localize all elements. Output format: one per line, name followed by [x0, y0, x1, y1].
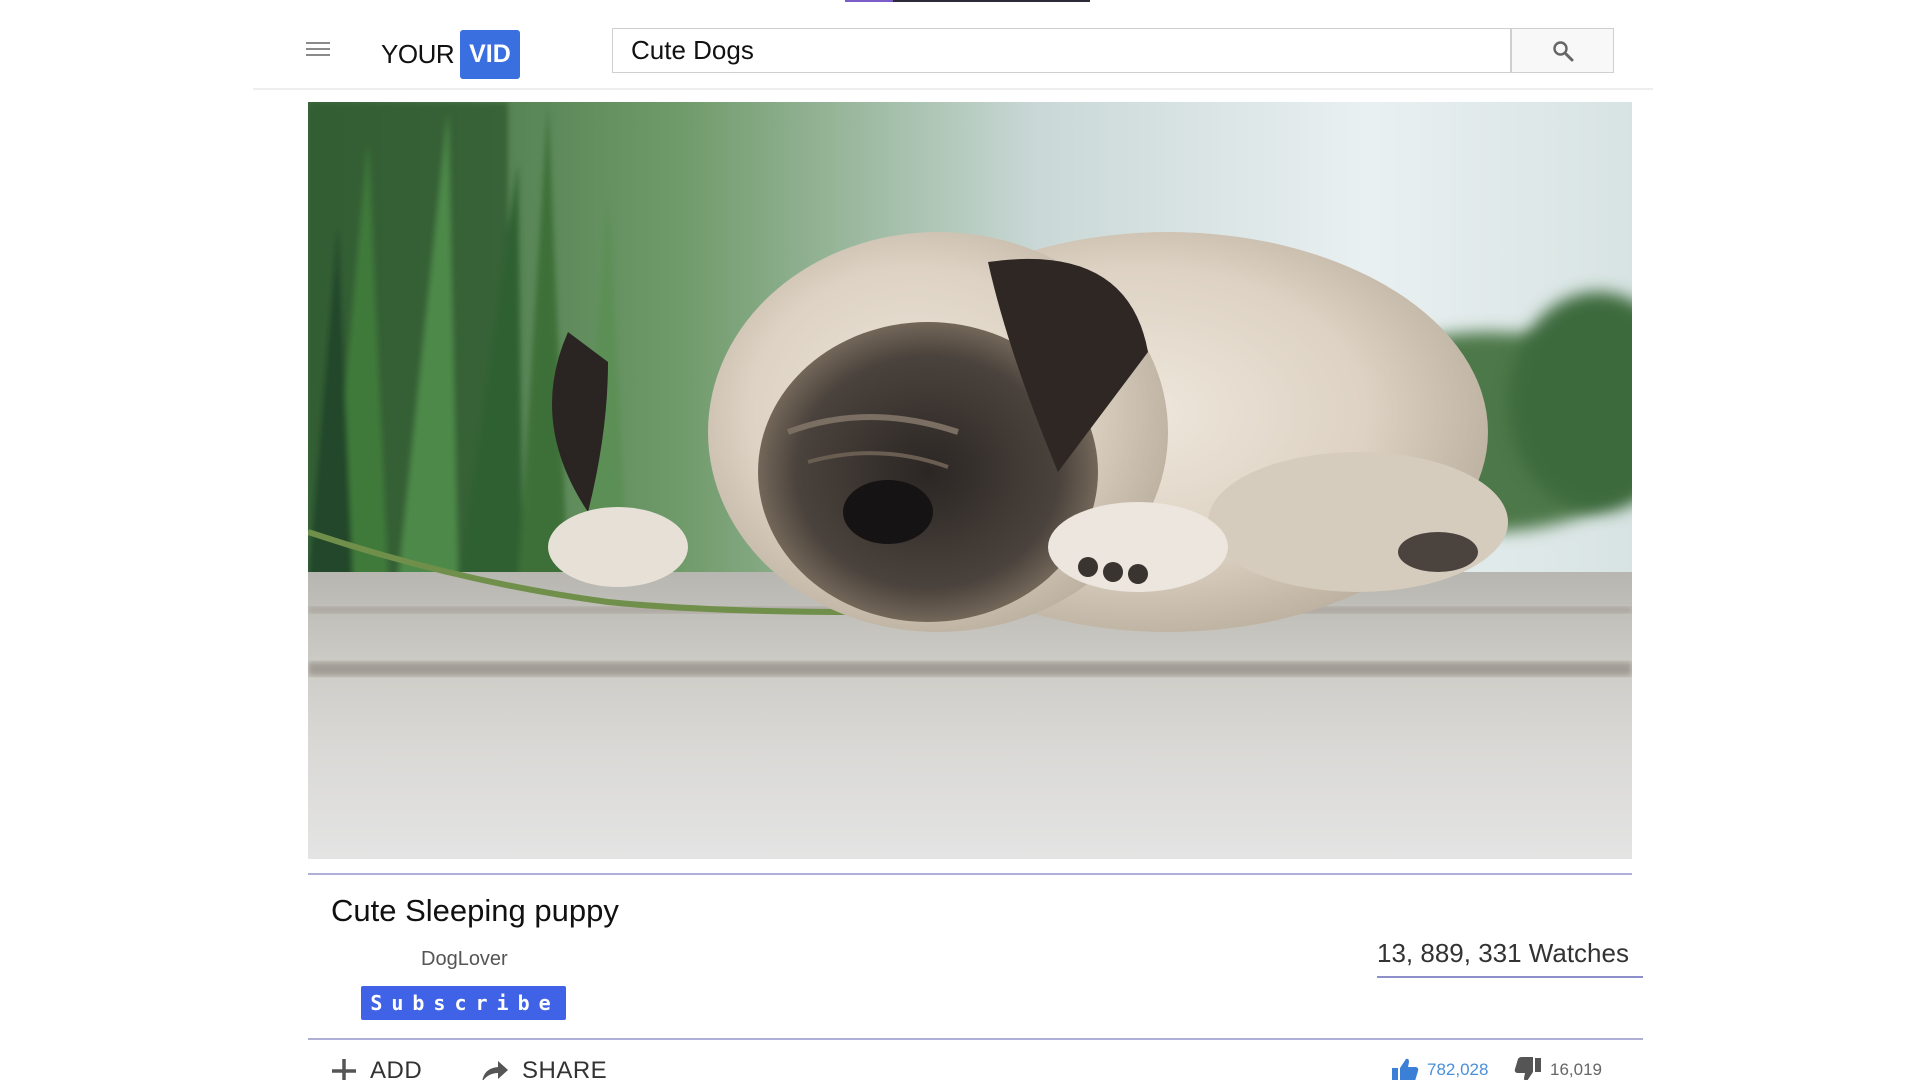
search-input[interactable] — [612, 28, 1511, 73]
thumbs-down-icon — [1514, 1057, 1541, 1080]
logo-text: YOUR — [381, 39, 455, 69]
video-info-divider — [308, 873, 1632, 875]
add-label: ADD — [370, 1057, 423, 1080]
video-frame-image — [308, 102, 1632, 859]
top-progress-tint — [845, 0, 893, 2]
site-logo[interactable]: YOUR VID — [381, 30, 520, 79]
share-arrow-icon — [482, 1061, 508, 1080]
add-button[interactable]: ADD — [330, 1053, 422, 1080]
thumbs-up-icon — [1392, 1058, 1419, 1080]
video-player[interactable] — [308, 102, 1632, 859]
plus-icon — [332, 1059, 356, 1080]
like-button[interactable]: 782,028 — [1391, 1056, 1488, 1080]
video-title: Cute Sleeping puppy — [331, 893, 619, 928]
watch-count-underline — [1377, 976, 1643, 978]
share-label: SHARE — [522, 1057, 608, 1080]
channel-name[interactable]: DogLover — [421, 948, 508, 971]
dislike-count: 16,019 — [1550, 1060, 1602, 1079]
like-count: 782,028 — [1427, 1060, 1489, 1079]
header-divider — [253, 88, 1653, 90]
search-icon — [1552, 40, 1573, 61]
watch-count: 13, 889, 331 Watches — [1377, 938, 1629, 968]
logo-badge: VID — [460, 30, 520, 79]
actions-divider — [308, 1038, 1643, 1040]
dislike-button[interactable]: 16,019 — [1514, 1056, 1602, 1080]
video-page: YOUR VID Cute Dogs Cute Sleeping puppy D… — [0, 0, 1920, 1080]
subscribe-button[interactable]: Subscribe — [361, 986, 566, 1020]
hamburger-menu-icon[interactable] — [306, 42, 330, 62]
share-button[interactable]: SHARE — [480, 1053, 607, 1080]
search-button[interactable] — [1511, 28, 1614, 73]
